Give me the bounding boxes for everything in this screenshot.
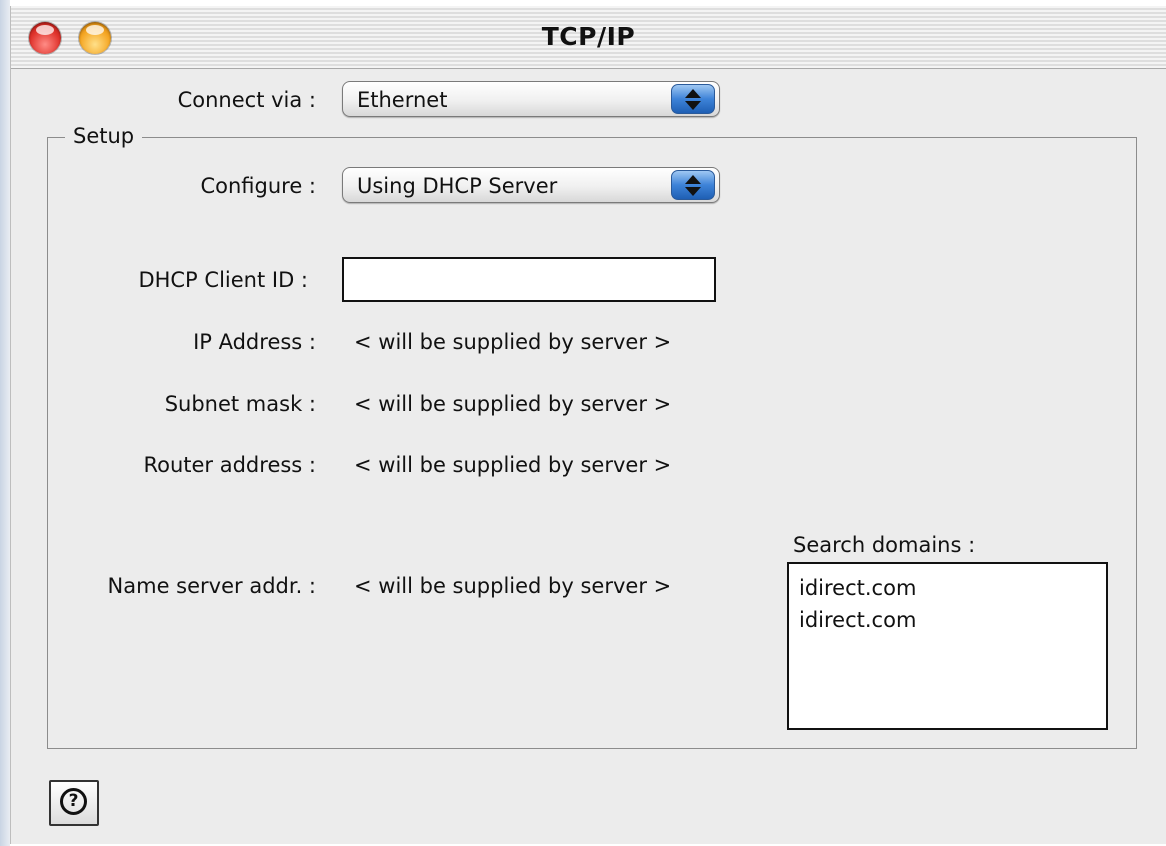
name-server-label: Name server addr. : bbox=[107, 574, 316, 598]
configure-popup[interactable]: Using DHCP Server bbox=[342, 167, 720, 203]
configure-value: Using DHCP Server bbox=[357, 174, 558, 198]
dhcp-client-id-label: DHCP Client ID : bbox=[138, 268, 308, 292]
connect-via-value: Ethernet bbox=[357, 88, 448, 112]
configure-label: Configure : bbox=[200, 174, 316, 198]
desktop-edge bbox=[0, 0, 10, 846]
subnet-mask-label: Subnet mask : bbox=[164, 392, 316, 416]
question-mark-icon: ? bbox=[60, 788, 87, 815]
window-title: TCP/IP bbox=[541, 22, 636, 51]
search-domains-label: Search domains : bbox=[793, 533, 976, 557]
tcpip-window: TCP/IP Connect via : Ethernet Setup Conf… bbox=[10, 6, 1166, 844]
setup-group-label: Setup bbox=[65, 124, 143, 148]
connect-via-popup[interactable]: Ethernet bbox=[342, 81, 720, 117]
up-down-arrows-icon bbox=[671, 170, 715, 200]
list-item[interactable]: idirect.com bbox=[799, 604, 1096, 636]
search-domains-list[interactable]: idirect.com idirect.com bbox=[787, 562, 1108, 730]
up-down-arrows-icon bbox=[671, 84, 715, 114]
help-button[interactable]: ? bbox=[49, 780, 99, 826]
name-server-value: < will be supplied by server > bbox=[354, 574, 672, 598]
title-bar[interactable]: TCP/IP bbox=[11, 6, 1166, 69]
dhcp-client-id-field[interactable] bbox=[342, 257, 716, 302]
router-address-label: Router address : bbox=[143, 453, 316, 477]
connect-via-label: Connect via : bbox=[177, 88, 316, 112]
router-address-value: < will be supplied by server > bbox=[354, 453, 672, 477]
ip-address-value: < will be supplied by server > bbox=[354, 330, 672, 354]
ip-address-label: IP Address : bbox=[193, 330, 316, 354]
list-item[interactable]: idirect.com bbox=[799, 572, 1096, 604]
subnet-mask-value: < will be supplied by server > bbox=[354, 392, 672, 416]
